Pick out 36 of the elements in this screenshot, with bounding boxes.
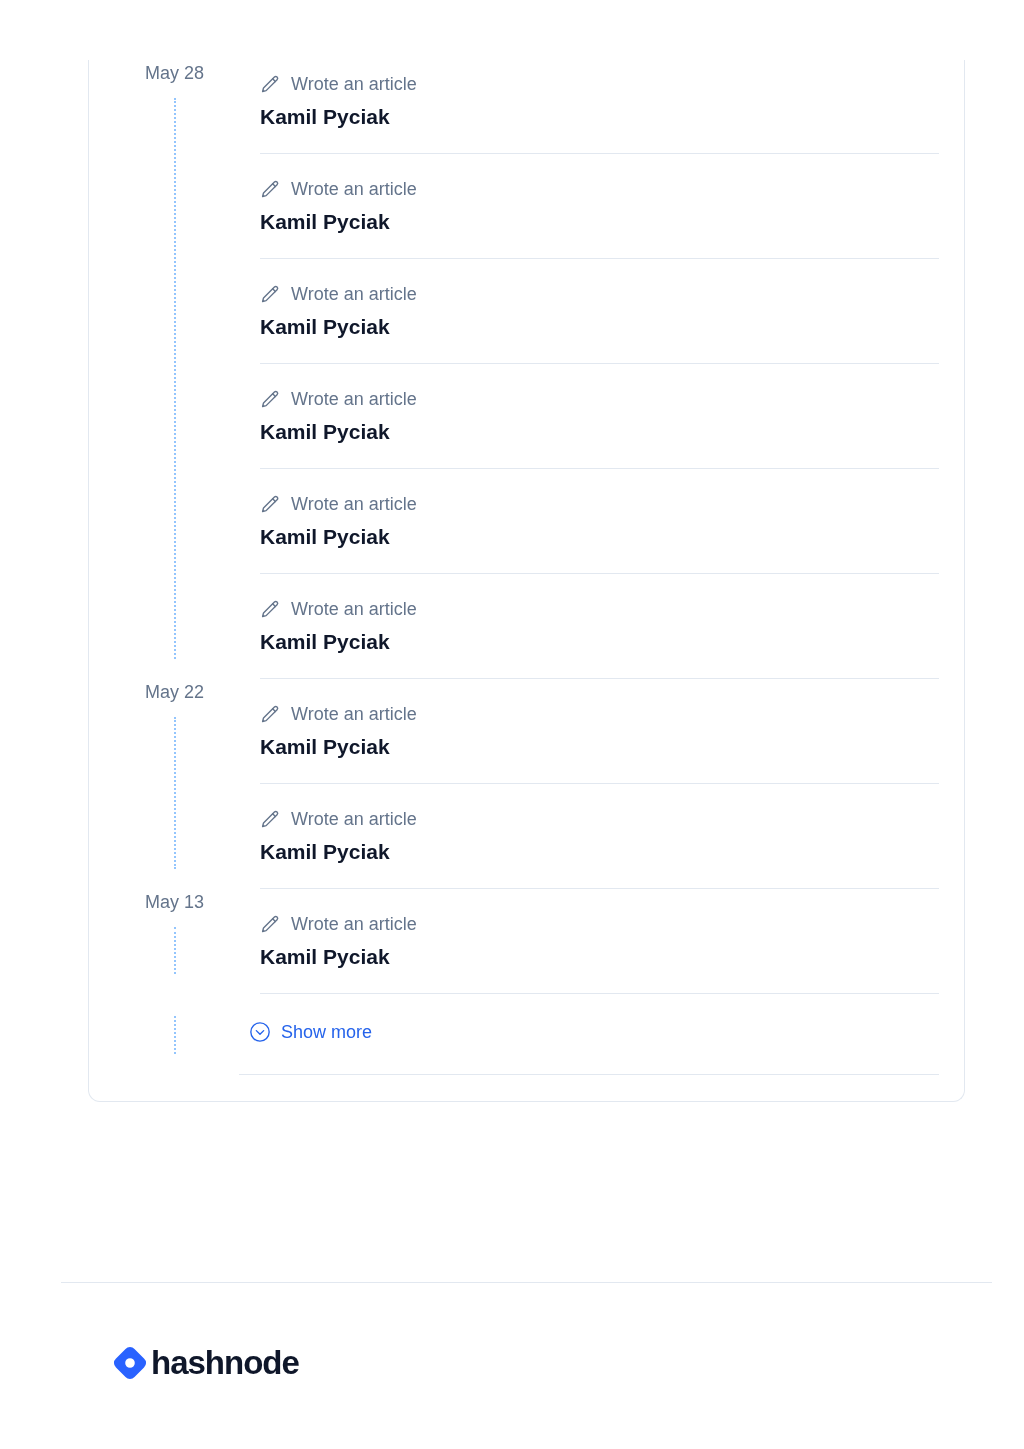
pencil-icon	[260, 178, 281, 200]
hashnode-logo[interactable]: hashnode	[113, 1343, 299, 1383]
article-title-link[interactable]: Kamil Pyciak	[260, 103, 390, 131]
article-title-link[interactable]: Kamil Pyciak	[260, 208, 390, 236]
date-label: May 28	[145, 62, 204, 85]
date-label: May 13	[145, 891, 204, 914]
article-title-link[interactable]: Kamil Pyciak	[260, 313, 390, 341]
pencil-icon	[260, 493, 281, 515]
article-title-link[interactable]: Kamil Pyciak	[260, 628, 390, 656]
date-label: May 22	[145, 681, 204, 704]
activity-label: Wrote an article	[291, 598, 417, 621]
activity-label: Wrote an article	[291, 808, 417, 831]
article-title-link[interactable]: Kamil Pyciak	[260, 838, 390, 866]
article-title-link[interactable]: Kamil Pyciak	[260, 523, 390, 551]
pencil-icon	[260, 703, 281, 725]
article-title-link[interactable]: Kamil Pyciak	[260, 418, 390, 446]
pencil-icon	[260, 73, 281, 95]
activity-label: Wrote an article	[291, 913, 417, 936]
article-title-link[interactable]: Kamil Pyciak	[260, 733, 390, 761]
logo-icon	[113, 1346, 147, 1380]
pencil-icon	[260, 808, 281, 830]
pencil-icon	[260, 913, 281, 935]
pencil-icon	[260, 283, 281, 305]
pencil-icon	[260, 598, 281, 620]
activity-label: Wrote an article	[291, 178, 417, 201]
timeline-line	[173, 1016, 176, 1054]
article-title-link[interactable]: Kamil Pyciak	[260, 943, 390, 971]
chevron-down-circle-icon	[249, 1021, 271, 1043]
activity-label: Wrote an article	[291, 283, 417, 306]
activity-label: Wrote an article	[291, 73, 417, 96]
pencil-icon	[260, 388, 281, 410]
activity-label: Wrote an article	[291, 493, 417, 516]
show-more-button[interactable]: Show more	[239, 1018, 383, 1046]
timeline-line	[173, 927, 176, 974]
activity-label: Wrote an article	[291, 388, 417, 411]
activity-label: Wrote an article	[291, 703, 417, 726]
